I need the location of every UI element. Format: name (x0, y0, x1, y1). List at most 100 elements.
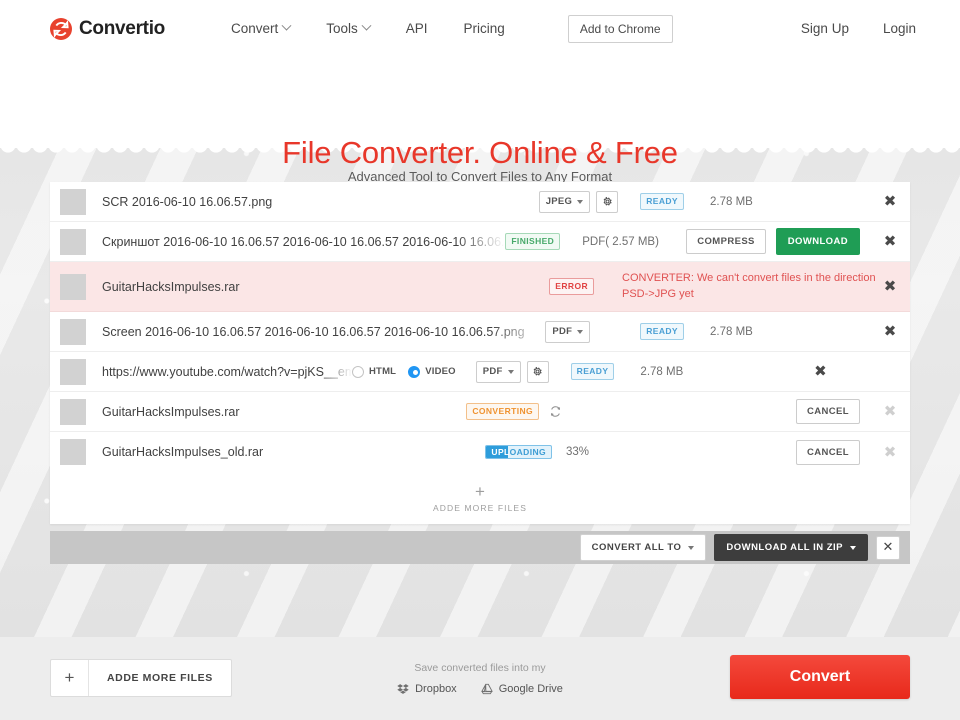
plus-icon: + (475, 483, 485, 500)
row-controls: JPEG READY 2.78 MB ✖ (539, 191, 910, 213)
add-to-chrome-button[interactable]: Add to Chrome (568, 15, 673, 43)
table-row: GuitarHacksImpulses_old.rar UPLOADING 33… (50, 432, 910, 472)
format-select[interactable]: PDF (476, 361, 521, 383)
convert-button[interactable]: Convert (730, 655, 910, 699)
chevron-down-icon (361, 21, 371, 31)
nav-label: Tools (326, 21, 358, 36)
radio-icon (352, 366, 364, 378)
cancel-button[interactable]: CANCEL (796, 399, 860, 424)
remove-file-button-disabled: ✖ (882, 404, 898, 419)
clear-all-button[interactable]: ✕ (876, 536, 900, 560)
chevron-down-icon (688, 546, 694, 550)
file-name: Screen 2016-06-10 16.06.57 2016-06-10 16… (102, 325, 545, 339)
site-header: Convertio Convert Tools API Pricing Add … (0, 0, 960, 57)
nav-label: Convert (231, 21, 278, 36)
convertio-page: Convertio Convert Tools API Pricing Add … (0, 0, 960, 720)
dropbox-label: Dropbox (415, 683, 457, 695)
remove-file-button[interactable]: ✖ (882, 324, 898, 339)
login-link[interactable]: Login (883, 21, 916, 36)
chevron-down-icon (577, 330, 583, 334)
nav-label: Pricing (464, 21, 505, 36)
google-drive-label: Google Drive (499, 683, 563, 695)
google-drive-icon (481, 683, 493, 695)
table-row: Screen 2016-06-10 16.06.57 2016-06-10 16… (50, 312, 910, 352)
settings-button[interactable] (527, 361, 549, 383)
bulk-action-bar: CONVERT ALL TO DOWNLOAD ALL IN ZIP ✕ (50, 531, 910, 564)
download-zip-label: DOWNLOAD ALL IN ZIP (726, 542, 843, 553)
nav-item-tools[interactable]: Tools (326, 21, 370, 36)
format-select[interactable]: PDF (545, 321, 590, 343)
error-message: CONVERTER: We can't convert files in the… (622, 271, 882, 303)
dropbox-icon (397, 683, 409, 695)
logo[interactable]: Convertio (50, 18, 165, 40)
page-footer: + ADDE MORE FILES Save converted files i… (0, 637, 960, 720)
dropbox-option[interactable]: Dropbox (397, 683, 457, 695)
download-all-zip-button[interactable]: DOWNLOAD ALL IN ZIP (714, 534, 868, 561)
remove-file-button[interactable]: ✖ (882, 234, 898, 249)
error-line-2: PSD->JPG yet (622, 287, 882, 303)
row-controls: CONVERTING CANCEL ✖ (466, 399, 910, 424)
error-line-1: CONVERTER: We can't convert files in the… (622, 271, 882, 287)
table-row: GuitarHacksImpulses.rar ERROR CONVERTER:… (50, 262, 910, 312)
row-controls: FINISHED PDF( 2.57 MB) COMPRESS DOWNLOAD… (505, 228, 910, 255)
file-thumbnail (60, 439, 86, 465)
header-account-links: Sign Up Login (767, 21, 916, 36)
page-title: File Converter. Online & Free (0, 135, 960, 171)
main-nav: Convert Tools API Pricing Add to Chrome (231, 15, 673, 43)
convertio-logo-icon (50, 18, 72, 40)
upload-percent: 33% (566, 446, 796, 458)
file-name: SCR 2016-06-10 16.06.57.png (102, 195, 539, 209)
cancel-button[interactable]: CANCEL (796, 440, 860, 465)
chevron-down-icon (577, 200, 583, 204)
chevron-down-icon (508, 370, 514, 374)
file-size: 2.78 MB (710, 326, 882, 338)
file-thumbnail (60, 274, 86, 300)
status-badge: READY (571, 363, 615, 380)
refresh-icon (549, 405, 562, 418)
file-list-panel: SCR 2016-06-10 16.06.57.png JPEG READY 2… (50, 182, 910, 524)
nav-label: API (406, 21, 428, 36)
logo-text: Convertio (79, 18, 165, 40)
remove-file-button-disabled: ✖ (882, 445, 898, 460)
radio-option-video[interactable]: VIDEO (408, 366, 456, 378)
add-more-files-dropzone[interactable]: + ADDE MORE FILES (50, 472, 910, 524)
file-name: GuitarHacksImpulses.rar (102, 280, 549, 294)
compress-button[interactable]: COMPRESS (686, 229, 766, 254)
download-button[interactable]: DOWNLOAD (776, 228, 860, 255)
file-name: https://www.youtube.com/watch?v=pjKS__em… (102, 365, 352, 379)
file-thumbnail (60, 229, 86, 255)
add-more-files-label: ADDE MORE FILES (433, 503, 527, 513)
table-row: GuitarHacksImpulses.rar CONVERTING CANCE… (50, 392, 910, 432)
radio-label: VIDEO (425, 366, 456, 377)
table-row: SCR 2016-06-10 16.06.57.png JPEG READY 2… (50, 182, 910, 222)
chevron-down-icon (850, 546, 856, 550)
source-type-radios: HTML VIDEO (352, 366, 468, 378)
format-label: PDF (552, 326, 572, 337)
convert-all-to-button[interactable]: CONVERT ALL TO (580, 534, 707, 561)
google-drive-option[interactable]: Google Drive (481, 683, 563, 695)
file-thumbnail (60, 319, 86, 345)
gear-icon (532, 366, 543, 377)
remove-file-button[interactable]: ✖ (882, 194, 898, 209)
file-name: Скриншот 2016-06-10 16.06.57 2016-06-10 … (102, 235, 505, 249)
remove-file-button[interactable]: ✖ (812, 364, 828, 379)
radio-label: HTML (369, 366, 396, 377)
remove-file-button[interactable]: ✖ (882, 279, 898, 294)
radio-selected-icon (408, 366, 420, 378)
nav-item-api[interactable]: API (406, 21, 428, 36)
table-row: Скриншот 2016-06-10 16.06.57 2016-06-10 … (50, 222, 910, 262)
format-select[interactable]: JPEG (539, 191, 591, 213)
file-name: GuitarHacksImpulses.rar (102, 405, 466, 419)
file-size: 2.78 MB (710, 196, 882, 208)
sign-up-link[interactable]: Sign Up (801, 21, 849, 36)
nav-item-pricing[interactable]: Pricing (464, 21, 505, 36)
status-badge: ERROR (549, 278, 594, 295)
file-thumbnail (60, 359, 86, 385)
settings-button[interactable] (596, 191, 618, 213)
radio-option-html[interactable]: HTML (352, 366, 396, 378)
nav-item-convert[interactable]: Convert (231, 21, 290, 36)
status-badge: CONVERTING (466, 403, 539, 420)
gear-icon (602, 196, 613, 207)
row-controls: HTML VIDEO PDF READY (352, 361, 840, 383)
format-label: JPEG (546, 196, 573, 207)
